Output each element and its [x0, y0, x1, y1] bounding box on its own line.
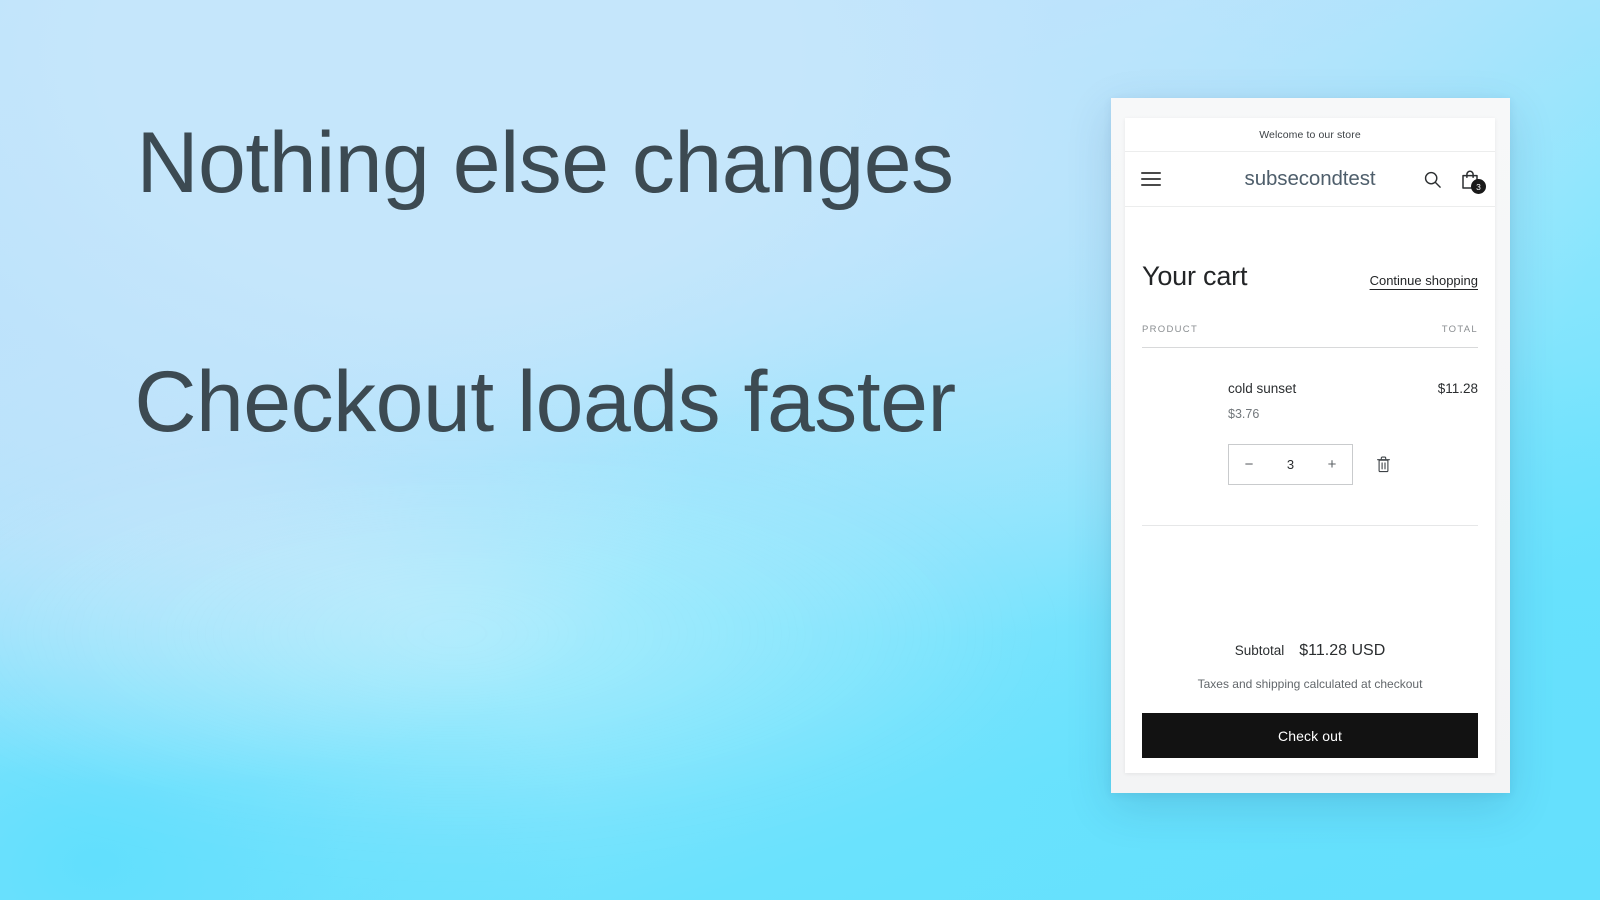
- hamburger-menu-icon[interactable]: [1141, 172, 1161, 186]
- quantity-value[interactable]: 3: [1269, 457, 1312, 472]
- cart-page: Your cart Continue shopping PRODUCT TOTA…: [1125, 207, 1495, 773]
- cart-column-headers: PRODUCT TOTAL: [1142, 324, 1478, 348]
- headline-secondary: Checkout loads faster: [134, 354, 956, 451]
- page-title: Your cart: [1142, 261, 1248, 291]
- search-icon[interactable]: [1421, 168, 1443, 190]
- tax-shipping-note: Taxes and shipping calculated at checkou…: [1197, 677, 1423, 691]
- device-mockup-frame: Welcome to our store subsecondtest 3 You…: [1111, 98, 1510, 793]
- continue-shopping-link[interactable]: Continue shopping: [1370, 273, 1478, 288]
- store-header: subsecondtest 3: [1125, 152, 1495, 207]
- announcement-text: Welcome to our store: [1259, 128, 1361, 141]
- column-header-total: TOTAL: [1441, 324, 1478, 335]
- cart-count-badge: 3: [1471, 179, 1486, 194]
- line-total: $11.28: [1437, 381, 1478, 396]
- headline-group: Nothing else changes Checkout loads fast…: [0, 115, 1090, 451]
- subtotal-value: $11.28 USD: [1299, 642, 1386, 659]
- hamburger-line: [1141, 184, 1161, 186]
- column-header-product: PRODUCT: [1142, 324, 1199, 335]
- cart-footer: Subtotal $11.28 USD Taxes and shipping c…: [1142, 642, 1478, 773]
- cart-header-row: Your cart Continue shopping: [1142, 207, 1478, 292]
- hamburger-line: [1141, 172, 1161, 174]
- trash-icon[interactable]: [1373, 454, 1393, 476]
- headline-primary: Nothing else changes: [136, 115, 954, 211]
- cart-button[interactable]: 3: [1459, 168, 1486, 194]
- header-actions: 3: [1421, 168, 1486, 194]
- background-light-wash: [0, 468, 1280, 882]
- hamburger-line: [1141, 178, 1161, 180]
- quantity-row: − 3 +: [1228, 444, 1478, 486]
- decrease-quantity-button[interactable]: −: [1229, 445, 1269, 484]
- unit-price: $3.76: [1228, 407, 1260, 422]
- subtotal-label: Subtotal: [1234, 643, 1285, 658]
- checkout-button[interactable]: Check out: [1142, 713, 1478, 758]
- subtotal-row: Subtotal $11.28 USD: [1142, 642, 1478, 660]
- table-row: cold sunset $11.28 $3.76 − 3 +: [1142, 348, 1478, 527]
- cart-item-details: cold sunset $11.28 $3.76 − 3 +: [1228, 381, 1478, 486]
- increase-quantity-button[interactable]: +: [1312, 445, 1352, 484]
- product-title[interactable]: cold sunset: [1228, 381, 1296, 397]
- announcement-bar: Welcome to our store: [1125, 118, 1495, 152]
- quantity-stepper: − 3 +: [1228, 444, 1353, 486]
- storefront-screen: Welcome to our store subsecondtest 3 You…: [1125, 118, 1495, 773]
- cart-item-top-row: cold sunset $11.28: [1228, 381, 1478, 397]
- product-thumbnail-placeholder: [1142, 381, 1228, 485]
